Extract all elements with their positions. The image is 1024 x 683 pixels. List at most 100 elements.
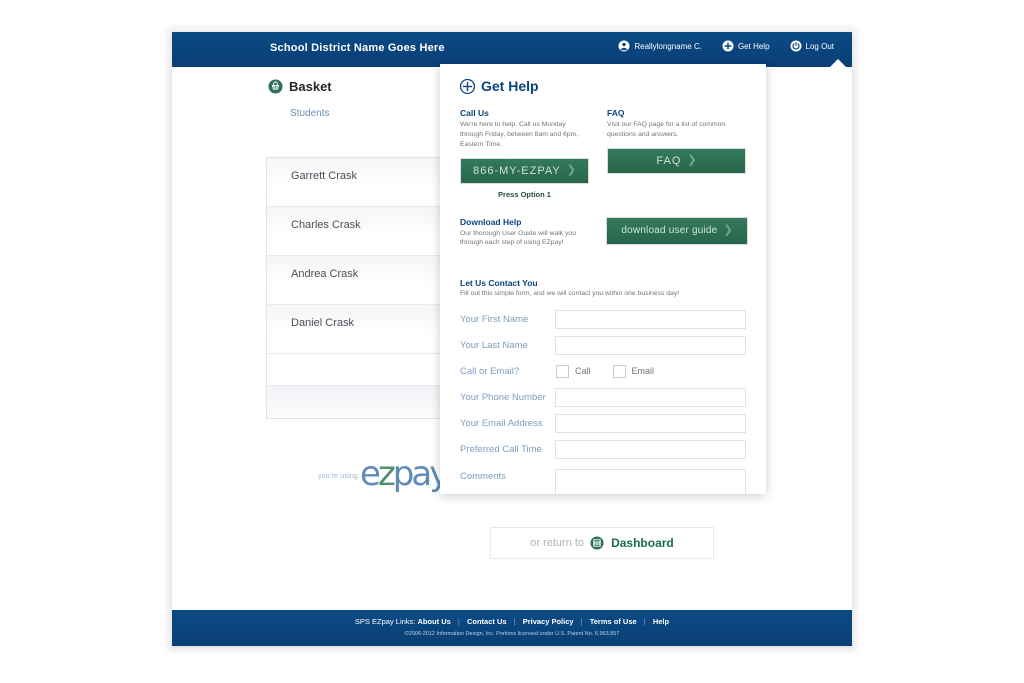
footer-separator: | — [457, 617, 460, 626]
contact-form: Your First Name Your Last Name Call or E… — [460, 307, 746, 494]
faq-body: Visit our FAQ page for a list of common … — [607, 121, 726, 138]
nav-item-account-label: Reallylongname C. — [634, 41, 702, 51]
form-row-email: Your Email Address — [460, 411, 746, 435]
ezpay-logo-pay: pay — [392, 454, 450, 494]
download-help-body: Our thorough User Guide will walk you th… — [460, 229, 576, 247]
form-row-first-name: Your First Name — [460, 307, 746, 331]
press-option-note: Press Option 1 — [498, 189, 551, 199]
form-row-call-time: Preferred Call Time — [460, 437, 746, 461]
form-row-last-name: Your Last Name — [460, 333, 746, 357]
download-help-block: Download Help Our thorough User Guide wi… — [460, 217, 588, 257]
contact-form-header: Let Us Contact You Fill out this simple … — [460, 278, 746, 297]
last-name-label: Your Last Name — [460, 339, 528, 351]
call-time-label: Preferred Call Time — [460, 443, 542, 455]
footer-separator: | — [643, 617, 646, 626]
first-name-label: Your First Name — [460, 313, 529, 325]
call-checkbox[interactable] — [556, 364, 569, 378]
dashboard-icon — [590, 535, 605, 551]
nav-item-get-help-label: Get Help — [737, 41, 770, 51]
basket-title: Basket — [289, 79, 332, 94]
student-name: Daniel Crask — [291, 317, 354, 329]
district-title: School District Name Goes Here — [270, 42, 445, 54]
footer-copyright: ©2006-2012 Information Design, Inc. Port… — [404, 631, 620, 637]
faq-title: FAQ — [607, 108, 625, 118]
plus-circle-icon — [722, 40, 734, 52]
email-label: Your Email Address — [460, 417, 543, 429]
return-label: or return to — [530, 537, 585, 549]
download-user-guide-button-label: download user guide — [621, 225, 718, 237]
comments-textarea[interactable] — [554, 469, 746, 494]
footer-separator: | — [580, 617, 583, 626]
download-button-col: download user guide ❯ — [606, 216, 748, 245]
user-icon — [618, 40, 630, 52]
ezpay-logo-z: z — [377, 454, 396, 494]
student-name: Garrett Crask — [291, 170, 358, 182]
chevron-right-icon: ❯ — [723, 224, 733, 237]
nav-right-group: Reallylongname C. Get Help Log Out — [618, 40, 834, 52]
footer-links: SPS EZpay Links: About Us | Contact Us |… — [172, 617, 852, 626]
email-input[interactable] — [554, 413, 746, 433]
call-phone-button[interactable]: 866-MY-EZPAY ❯ — [460, 157, 590, 184]
power-icon — [790, 40, 802, 52]
form-row-phone: Your Phone Number — [460, 385, 746, 409]
footer-separator: | — [513, 617, 516, 626]
footer-links-prefix: SPS EZpay Links: — [354, 617, 416, 626]
footer-link-privacy-policy[interactable]: Privacy Policy — [523, 617, 574, 626]
download-help-row: Download Help Our thorough User Guide wi… — [460, 216, 748, 257]
chevron-right-icon: ❯ — [687, 154, 697, 167]
help-top-columns: Call Us We're here to help. Call us Mond… — [460, 108, 746, 199]
top-navigation-bar: School District Name Goes Here Reallylon… — [172, 32, 852, 67]
basket-section-label: Students — [290, 108, 330, 119]
footer-link-terms-of-use[interactable]: Terms of Use — [590, 617, 637, 626]
contact-form-title: Let Us Contact You — [460, 278, 538, 289]
call-us-body: We're here to help. Call us Monday throu… — [460, 121, 579, 148]
contact-method-label: Call or Email? — [460, 365, 520, 377]
phone-label: Your Phone Number — [460, 391, 546, 403]
student-name: Andrea Crask — [291, 268, 359, 280]
nav-item-get-help[interactable]: Get Help — [722, 40, 770, 52]
get-help-panel-header: Get Help — [459, 78, 746, 94]
get-help-panel: Get Help Call Us We're here to help. Cal… — [440, 64, 766, 494]
form-row-contact-method: Call or Email? Call Email — [460, 359, 746, 383]
faq-block: FAQ Visit our FAQ page for a list of com… — [607, 108, 746, 199]
call-us-block: Call Us We're here to help. Call us Mond… — [460, 108, 590, 199]
footer-link-contact-us[interactable]: Contact Us — [467, 617, 507, 626]
nav-item-account[interactable]: Reallylongname C. — [618, 40, 702, 52]
form-row-comments: Comments — [460, 463, 746, 494]
nav-item-log-out[interactable]: Log Out — [790, 40, 834, 52]
screenshot-canvas: School District Name Goes Here Reallylon… — [0, 0, 1024, 683]
faq-button[interactable]: FAQ ❯ — [607, 147, 746, 174]
download-user-guide-button[interactable]: download user guide ❯ — [606, 216, 748, 245]
footer-link-help[interactable]: Help — [653, 617, 669, 626]
comments-label: Comments — [460, 471, 506, 483]
footer-link-about-us[interactable]: About Us — [417, 617, 450, 626]
nav-item-log-out-label: Log Out — [805, 41, 834, 51]
basket-icon — [268, 79, 283, 94]
checkbox-group-call[interactable]: Call — [556, 364, 591, 378]
ezpay-logo-e: e — [360, 454, 381, 494]
email-checkbox[interactable] — [612, 364, 626, 378]
help-panel-caret — [830, 59, 846, 67]
faq-button-label: FAQ — [656, 154, 682, 167]
download-help-title: Download Help — [460, 216, 522, 227]
plus-circle-icon — [459, 78, 476, 94]
first-name-input[interactable] — [554, 309, 746, 329]
call-us-title: Call Us — [460, 108, 489, 118]
get-help-panel-title: Get Help — [481, 78, 539, 94]
student-name: Charles Crask — [291, 219, 361, 231]
last-name-input[interactable] — [554, 335, 746, 355]
footer: SPS EZpay Links: About Us | Contact Us |… — [172, 610, 852, 646]
checkbox-group-email[interactable]: Email — [612, 364, 655, 378]
branding-pre-text: you're using — [318, 472, 359, 480]
phone-input[interactable] — [554, 387, 746, 407]
call-checkbox-label: Call — [575, 366, 591, 377]
basket-header: Basket — [268, 79, 332, 94]
email-checkbox-label: Email — [631, 366, 655, 377]
chevron-right-icon: ❯ — [566, 164, 576, 177]
contact-form-subtitle: Fill out this simple form, and we will c… — [460, 290, 680, 298]
call-time-input[interactable] — [554, 439, 746, 459]
call-phone-button-label: 866-MY-EZPAY — [473, 164, 561, 177]
return-to-dashboard-bar[interactable]: or return to Dashboard — [490, 527, 714, 559]
ezpay-logo: ezpay sps — [360, 454, 477, 494]
dashboard-link-label[interactable]: Dashboard — [611, 536, 674, 550]
